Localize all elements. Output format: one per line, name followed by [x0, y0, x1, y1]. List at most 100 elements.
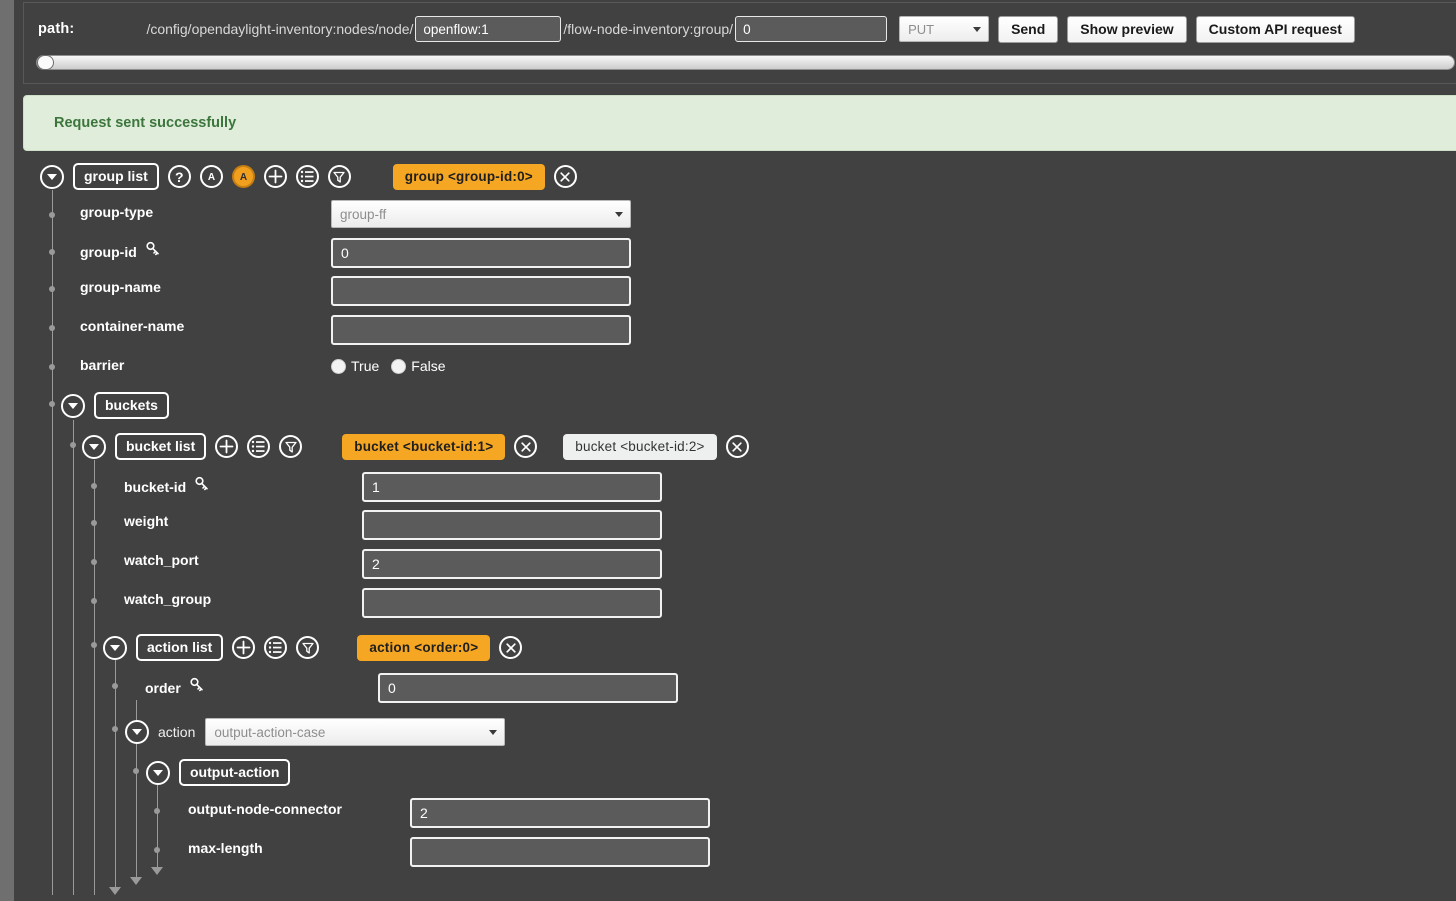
- tree-dot: [154, 808, 160, 814]
- buckets-tag[interactable]: buckets: [94, 392, 169, 419]
- weight-input[interactable]: [362, 510, 662, 540]
- slider-knob[interactable]: [37, 55, 54, 70]
- barrier-false-radio[interactable]: [391, 358, 407, 374]
- add-icon[interactable]: [232, 636, 256, 659]
- filter-icon[interactable]: [296, 636, 320, 659]
- tree-dot: [91, 520, 97, 526]
- group-instance-badge[interactable]: group <group-id:0>: [392, 163, 545, 190]
- http-method-select[interactable]: PUT: [899, 16, 990, 42]
- collapse-action-list-chevron-icon[interactable]: [103, 635, 127, 660]
- close-icon[interactable]: [514, 435, 538, 458]
- order-input[interactable]: [378, 673, 678, 703]
- tree-dot: [133, 768, 139, 774]
- watch-group-label: watch_group: [124, 591, 212, 607]
- svg-text:A: A: [240, 172, 247, 183]
- tree-end-arrow-level6: [151, 867, 163, 875]
- watch-group-input[interactable]: [362, 588, 662, 618]
- add-icon[interactable]: [263, 165, 287, 188]
- action-case-select[interactable]: output-action-case: [205, 718, 506, 746]
- bucket-instance-badge-1[interactable]: bucket <bucket-id:1>: [342, 433, 506, 460]
- tree-line-level6: [157, 785, 158, 872]
- filter-icon[interactable]: [279, 435, 303, 458]
- collapse-action-chevron-icon[interactable]: [125, 720, 149, 744]
- send-button[interactable]: Send: [998, 15, 1059, 43]
- group-id-label: group-id: [80, 243, 137, 260]
- list-icon[interactable]: [295, 165, 319, 188]
- collapse-buckets-chevron-icon[interactable]: [61, 393, 85, 418]
- tree-dot: [49, 249, 55, 255]
- group-list-tag[interactable]: group list: [73, 163, 159, 190]
- key-icon: [189, 677, 205, 698]
- tree-line-level2: [73, 420, 74, 895]
- bucket-id-label: bucket-id: [124, 478, 187, 495]
- tree-end-arrow-level5: [130, 877, 142, 885]
- bucket-list-tag[interactable]: bucket list: [115, 433, 207, 460]
- success-banner: Request sent successfully: [23, 95, 1456, 151]
- tree-dot: [70, 442, 76, 448]
- bucket-instance-badge-2[interactable]: bucket <bucket-id:2>: [563, 433, 717, 460]
- field-weight: weight: [124, 513, 168, 529]
- help-icon[interactable]: ?: [167, 165, 191, 188]
- group-id-input[interactable]: [331, 238, 631, 268]
- slider-track[interactable]: [36, 55, 1455, 70]
- tree-line-level1: [52, 190, 53, 895]
- yang-form-tree: group list ? A A group <group-id:0> grou…: [14, 160, 1456, 901]
- show-preview-button[interactable]: Show preview: [1067, 15, 1187, 43]
- action-instance-badge[interactable]: action <order:0>: [357, 634, 491, 661]
- group-type-select[interactable]: group-ff: [331, 200, 631, 228]
- augment-filled-icon[interactable]: A: [231, 165, 255, 188]
- group-list-header: group list ? A A group <group-id:0>: [40, 163, 577, 190]
- list-icon[interactable]: [264, 636, 288, 659]
- list-icon[interactable]: [247, 435, 271, 458]
- app-root: path: /config/opendaylight-inventory:nod…: [14, 0, 1456, 901]
- path-scroll-slider[interactable]: [24, 55, 1456, 70]
- collapse-group-list-chevron-icon[interactable]: [40, 164, 64, 189]
- group-id-path-input[interactable]: [735, 16, 888, 42]
- group-type-control: group-ff: [331, 200, 631, 228]
- filter-icon[interactable]: [327, 165, 351, 188]
- group-type-label: group-type: [80, 204, 154, 220]
- action-label: action: [158, 724, 196, 740]
- add-icon[interactable]: [215, 435, 239, 458]
- action-case-row: action output-action-case: [125, 718, 506, 746]
- node-id-input[interactable]: [415, 16, 562, 42]
- field-group-name: group-name: [80, 279, 161, 295]
- collapse-output-action-chevron-icon[interactable]: [146, 760, 170, 785]
- close-icon[interactable]: [553, 165, 577, 188]
- barrier-true-label: True: [351, 358, 380, 374]
- output-node-connector-label: output-node-connector: [188, 801, 342, 817]
- augment-outline-icon[interactable]: A: [199, 165, 223, 188]
- collapse-bucket-list-chevron-icon[interactable]: [82, 434, 106, 459]
- barrier-label: barrier: [80, 357, 125, 373]
- tree-dot: [49, 364, 55, 370]
- field-group-id: group-id: [80, 241, 161, 262]
- tree-dot: [112, 683, 118, 689]
- action-list-tag[interactable]: action list: [136, 634, 224, 661]
- action-list-header: action list action <order:0>: [103, 634, 523, 661]
- close-icon[interactable]: [499, 636, 523, 659]
- tree-dot: [112, 726, 118, 732]
- tree-dot: [49, 325, 55, 331]
- bucket-id-input[interactable]: [362, 472, 662, 502]
- tree-dot: [49, 212, 55, 218]
- custom-api-request-button[interactable]: Custom API request: [1195, 15, 1355, 43]
- container-name-input[interactable]: [331, 315, 631, 345]
- field-order: order: [145, 677, 205, 698]
- field-max-length: max-length: [188, 840, 263, 856]
- close-icon[interactable]: [725, 435, 749, 458]
- barrier-false-label: False: [411, 358, 446, 374]
- watch-port-input[interactable]: [362, 549, 662, 579]
- tree-dot: [91, 483, 97, 489]
- path-bar: path: /config/opendaylight-inventory:nod…: [23, 2, 1456, 84]
- tree-end-arrow-level4: [109, 887, 121, 895]
- field-group-type: group-type: [80, 204, 153, 220]
- barrier-true-radio[interactable]: [331, 358, 346, 374]
- group-name-input[interactable]: [331, 276, 631, 306]
- key-icon: [194, 476, 210, 497]
- max-length-input[interactable]: [410, 837, 710, 867]
- output-action-tag[interactable]: output-action: [179, 759, 291, 786]
- path-label: path:: [38, 21, 75, 37]
- output-node-connector-input[interactable]: [410, 798, 710, 828]
- success-banner-text: Request sent successfully: [54, 115, 237, 131]
- tree-dot: [91, 598, 97, 604]
